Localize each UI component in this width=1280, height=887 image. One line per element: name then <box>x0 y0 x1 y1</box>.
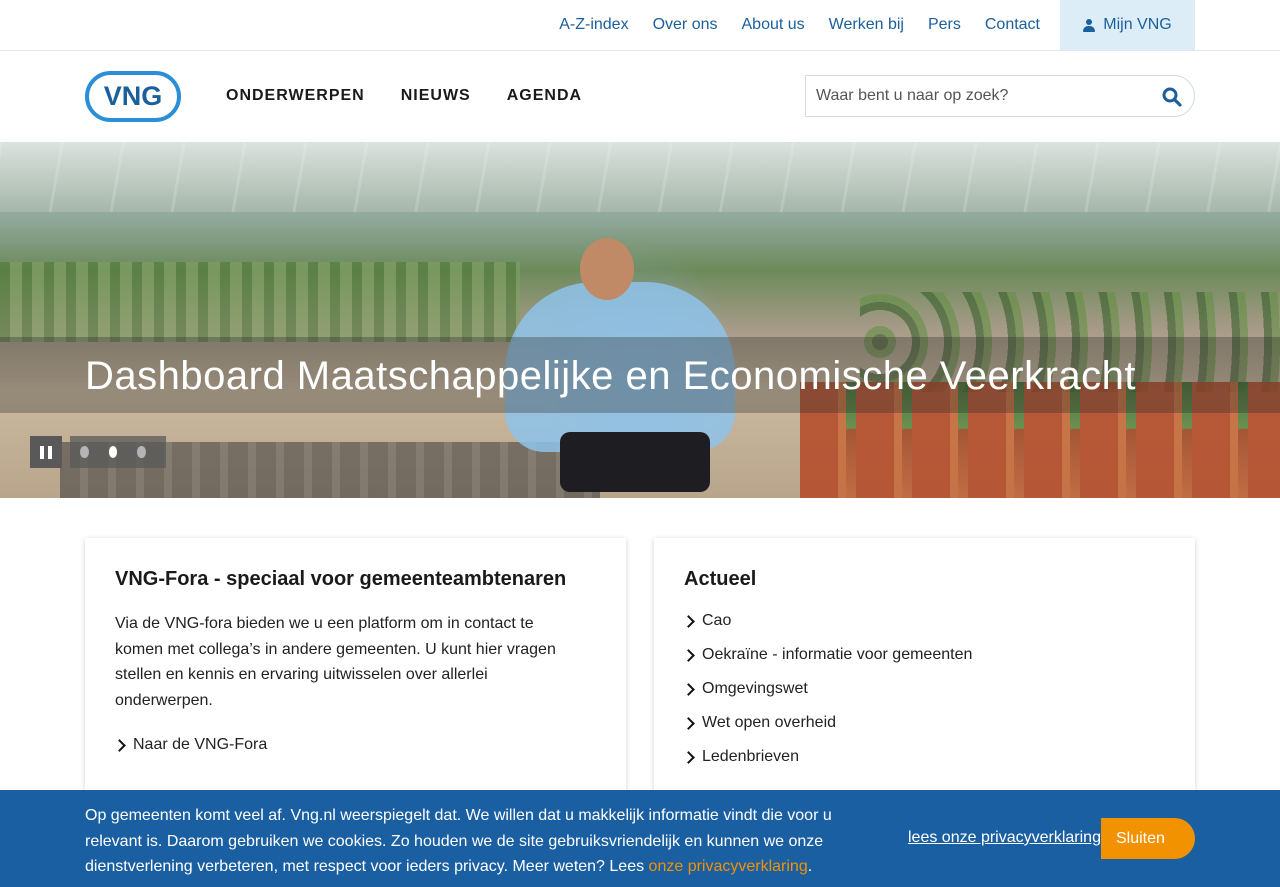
main-nav: ONDERWERPEN NIEUWS AGENDA <box>226 87 618 105</box>
logo-text: VNG <box>103 81 163 111</box>
mijn-vng-button[interactable]: Mijn VNG <box>1060 0 1195 50</box>
nav-nieuws[interactable]: NIEUWS <box>401 87 471 105</box>
card-actueel-title: Actueel <box>684 568 757 590</box>
vng-logo[interactable]: VNG <box>85 71 181 122</box>
carousel-dot-2[interactable] <box>108 446 118 458</box>
cookie-banner: Op gemeenten komt veel af. Vng.nl weersp… <box>0 790 1280 887</box>
hero-carousel[interactable]: Dashboard Maatschappelijke en Economisch… <box>0 142 1280 498</box>
link-over-ons[interactable]: Over ons <box>653 16 718 34</box>
chevron-right-icon <box>682 750 695 764</box>
search-box <box>805 75 1195 117</box>
chevron-right-icon <box>682 614 695 628</box>
pause-icon[interactable] <box>30 436 62 468</box>
top-bar: A-Z-index Over ons About us Werken bij P… <box>0 0 1280 51</box>
carousel-dot-1[interactable] <box>80 446 89 458</box>
chevron-right-icon <box>682 716 695 730</box>
cookie-inline-privacy-link[interactable]: onze privacyverklaring <box>649 858 808 875</box>
link-werken-bij[interactable]: Werken bij <box>829 16 904 34</box>
sluiten-button[interactable]: Sluiten <box>1101 818 1195 859</box>
link-a-z-index[interactable]: A-Z-index <box>559 16 628 34</box>
card-fora-body: Via de VNG-fora bieden we u een platform… <box>115 615 556 709</box>
list-item: Ledenbrieven <box>702 748 799 765</box>
cookie-text: Op gemeenten komt veel af. Vng.nl weersp… <box>85 803 875 880</box>
search-input[interactable] <box>816 76 1146 116</box>
chevron-right-icon <box>682 648 695 662</box>
card-fora-title: VNG-Fora - speciaal voor gemeenteambtena… <box>115 568 567 590</box>
link-pers[interactable]: Pers <box>928 16 961 34</box>
link-about-us[interactable]: About us <box>742 16 805 34</box>
carousel-controls <box>30 436 166 468</box>
actueel-list: Cao Oekraïne - informatie voor gemeenten… <box>682 611 1165 767</box>
nav-agenda[interactable]: AGENDA <box>507 87 582 105</box>
actueel-item-cao[interactable]: Cao <box>682 611 1165 631</box>
link-contact[interactable]: Contact <box>985 16 1040 34</box>
main-header: VNG ONDERWERPEN NIEUWS AGENDA <box>0 51 1280 142</box>
chevron-right-icon <box>682 682 695 696</box>
hero-person-head <box>580 238 634 300</box>
chevron-right-icon <box>113 738 126 752</box>
actueel-item-ledenbrieven[interactable]: Ledenbrieven <box>682 747 1165 767</box>
hero-person-shorts <box>560 432 710 492</box>
actueel-item-woo[interactable]: Wet open overheid <box>682 713 1165 733</box>
link-naar-vng-fora-label: Naar de VNG-Fora <box>133 736 268 753</box>
carousel-dot-3[interactable] <box>137 446 147 458</box>
list-item: Omgevingswet <box>702 680 808 697</box>
user-icon <box>1083 18 1096 32</box>
search-icon[interactable] <box>1162 87 1182 107</box>
actueel-item-omgevingswet[interactable]: Omgevingswet <box>682 679 1165 699</box>
list-item: Cao <box>702 612 732 629</box>
card-actueel: Actueel Cao Oekraïne - informatie voor g… <box>654 538 1195 828</box>
carousel-dots <box>70 436 166 468</box>
list-item: Wet open overheid <box>702 714 837 731</box>
card-vng-fora: VNG-Fora - speciaal voor gemeenteambtena… <box>85 538 626 828</box>
nav-onderwerpen[interactable]: ONDERWERPEN <box>226 87 365 105</box>
greenhouse-roof <box>0 142 1280 212</box>
privacy-link[interactable]: lees onze privacyverklaring <box>908 829 1101 847</box>
link-naar-vng-fora[interactable]: Naar de VNG-Fora <box>113 735 596 755</box>
mijn-vng-label: Mijn VNG <box>1103 16 1172 33</box>
utility-nav: A-Z-index Over ons About us Werken bij P… <box>535 0 1195 50</box>
actueel-item-oekraine[interactable]: Oekraïne - informatie voor gemeenten <box>682 645 1165 665</box>
hero-title[interactable]: Dashboard Maatschappelijke en Economisch… <box>85 354 1136 399</box>
hero-plants-left <box>0 262 520 342</box>
cookie-text-end: . <box>807 858 813 875</box>
list-item: Oekraïne - informatie voor gemeenten <box>702 646 973 663</box>
